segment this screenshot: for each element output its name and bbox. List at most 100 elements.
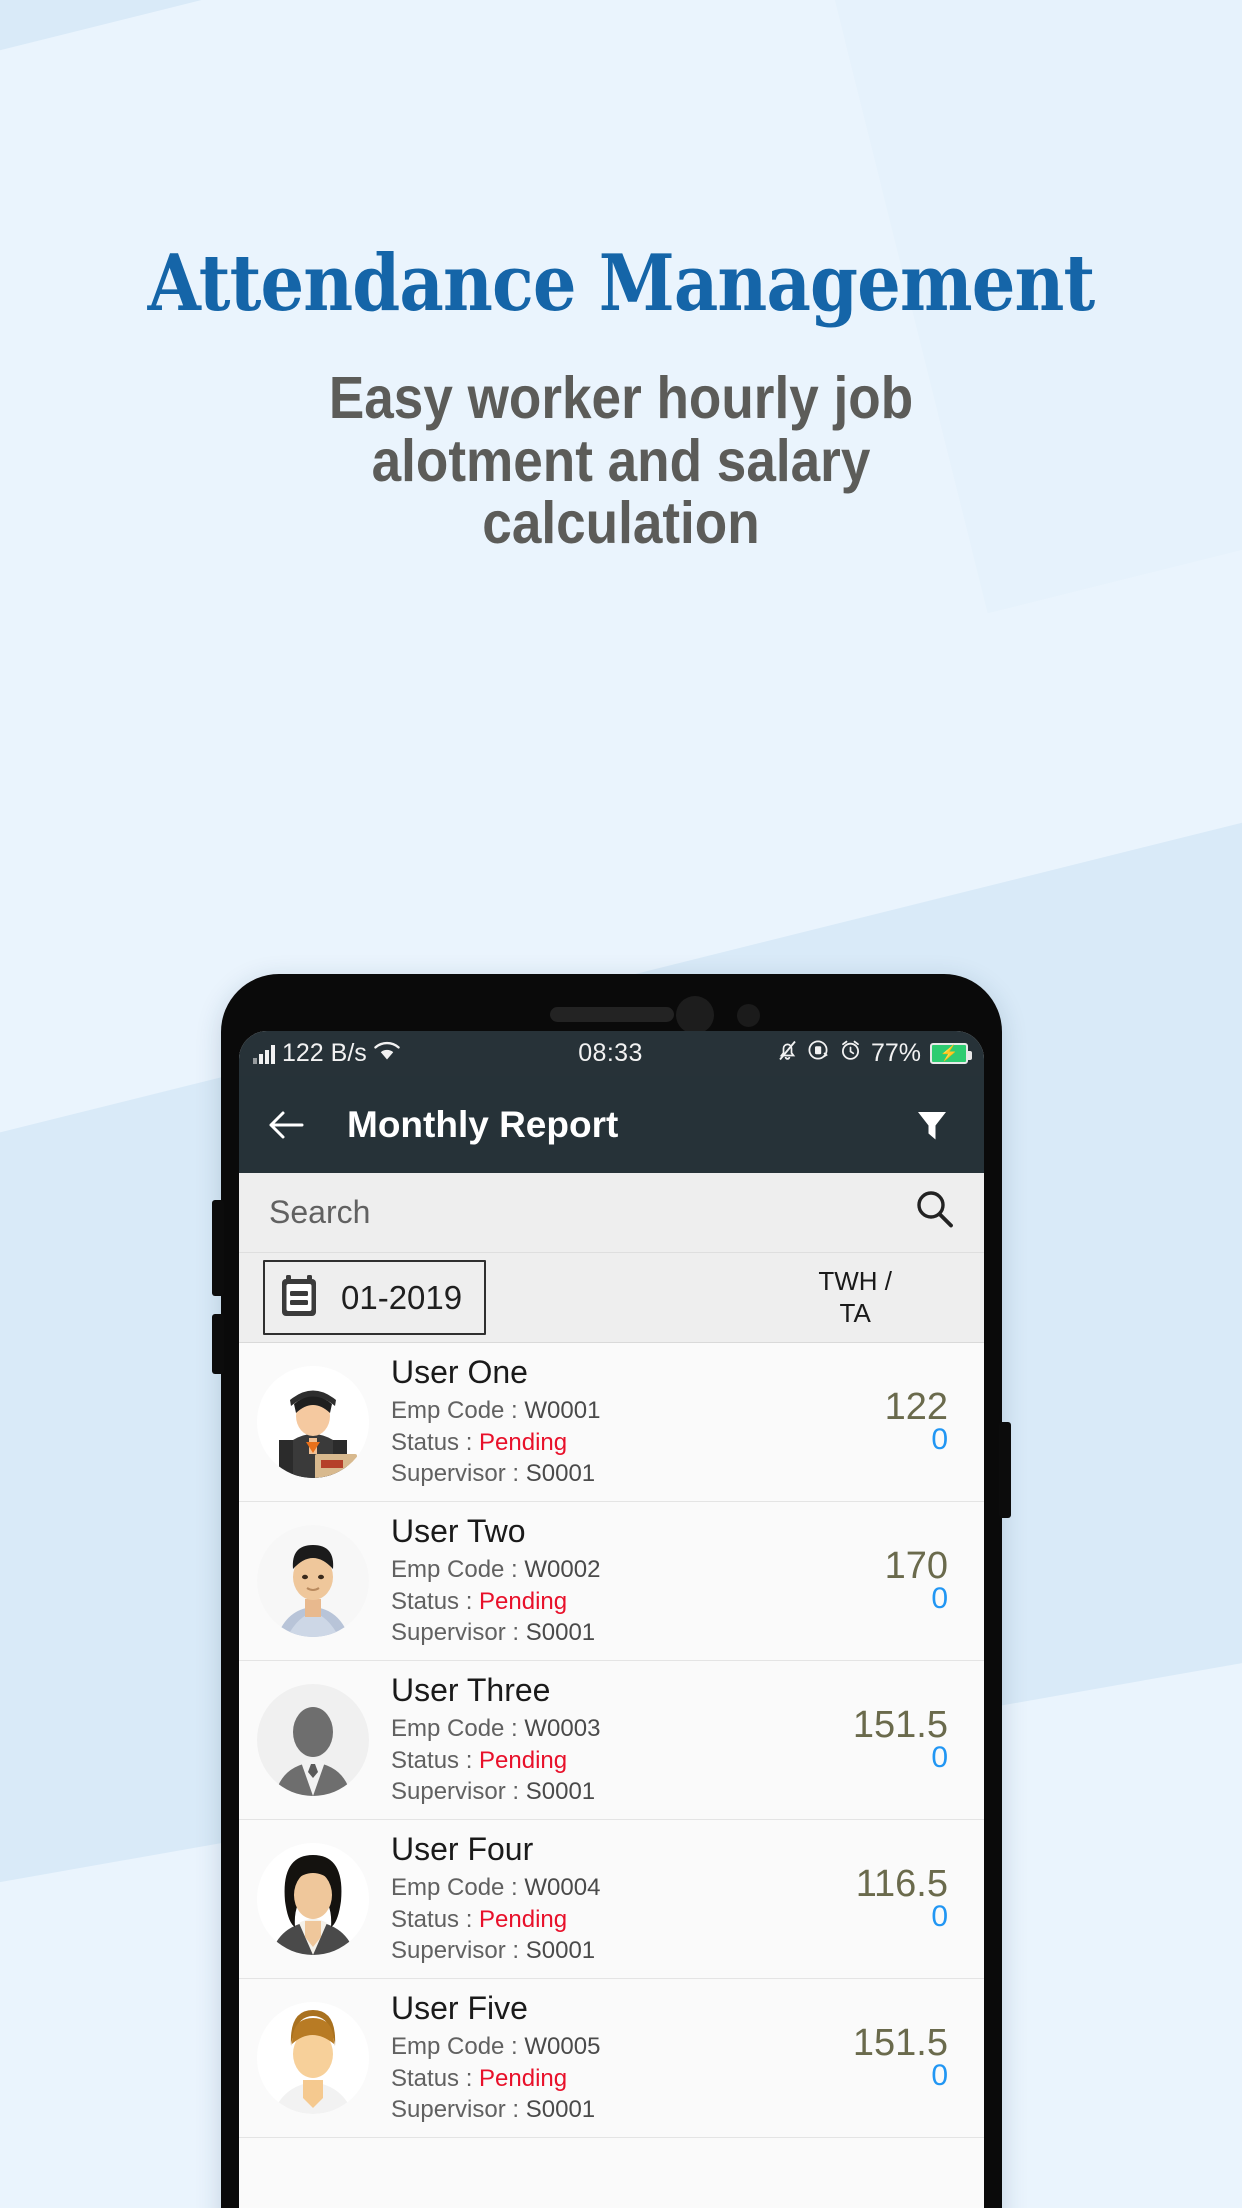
employee-report-list: User One Emp Code : W0001 Status : Pendi…	[239, 1343, 984, 2138]
employee-name: User One	[391, 1354, 528, 1391]
hero-title: Attendance Management	[147, 238, 1096, 329]
status-badge: Pending	[479, 1587, 568, 1615]
status-badge: Pending	[479, 1746, 568, 1774]
supervisor-value: S0001	[525, 1619, 596, 1647]
employee-code-line: Emp Code : W0004	[391, 1872, 830, 1904]
employee-status-line: Status : Pending	[391, 1586, 830, 1618]
calendar-icon	[277, 1269, 325, 1326]
twh-value: 122	[884, 1385, 948, 1428]
employee-code-line: Emp Code : W0002	[391, 1554, 830, 1586]
employee-name: User Four	[391, 1831, 534, 1868]
hero-subtitle-line-3: calculation	[482, 490, 760, 557]
twh-ta-values: 116.5 0	[830, 1865, 960, 1934]
status-bar-right-group: 77% ⚡	[643, 1039, 972, 1069]
twh-ta-values: 151.5 0	[830, 1703, 960, 1775]
supervisor-value: S0001	[525, 1460, 596, 1488]
row-info: User Two Emp Code : W0002 Status : Pendi…	[391, 1513, 830, 1649]
twh-value: 151.5	[852, 1703, 948, 1746]
employee-status-line: Status : Pending	[391, 1427, 830, 1459]
emp-code-value: W0004	[524, 1873, 601, 1901]
status-label: Status :	[391, 1905, 473, 1933]
emp-code-value: W0001	[524, 1396, 601, 1424]
battery-charging-icon: ⚡	[930, 1043, 972, 1064]
employee-code-line: Emp Code : W0001	[391, 1395, 830, 1427]
back-arrow-icon[interactable]	[261, 1099, 313, 1151]
ta-value: 0	[931, 1423, 948, 1457]
power-button[interactable]	[999, 1422, 1011, 1518]
table-row[interactable]: User Four Emp Code : W0004 Status : Pend…	[239, 1820, 984, 1979]
page-title: Monthly Report	[347, 1103, 619, 1145]
emp-code-label: Emp Code :	[391, 2032, 518, 2060]
table-row[interactable]: User Five Emp Code : W0005 Status : Pend…	[239, 1979, 984, 2138]
twh-ta-values: 170 0	[830, 1547, 960, 1616]
supervisor-label: Supervisor :	[391, 1619, 520, 1647]
status-badge: Pending	[479, 1428, 568, 1456]
hero-subtitle: Easy worker hourly job alotment and sala…	[62, 367, 1180, 555]
supervisor-value: S0001	[525, 1778, 596, 1806]
supervisor-label: Supervisor :	[391, 1460, 520, 1488]
status-label: Status :	[391, 1428, 473, 1456]
table-row[interactable]: User Two Emp Code : W0002 Status : Pendi…	[239, 1502, 984, 1661]
selected-period-label: 01-2019	[341, 1278, 463, 1316]
status-badge: Pending	[479, 1905, 568, 1933]
avatar	[257, 1684, 369, 1796]
search-input[interactable]: Search	[269, 1194, 912, 1231]
employee-status-line: Status : Pending	[391, 1745, 830, 1777]
period-selector-row: 01-2019 TWH / TA	[239, 1253, 984, 1343]
supervisor-label: Supervisor :	[391, 1778, 520, 1806]
employee-status-line: Status : Pending	[391, 1904, 830, 1936]
hero-subtitle-line-1: Easy worker hourly job	[328, 365, 914, 431]
search-bar[interactable]: Search	[239, 1173, 984, 1253]
row-info: User Five Emp Code : W0005 Status : Pend…	[391, 1990, 830, 2126]
employee-name: User Three	[391, 1672, 551, 1709]
employee-name: User Two	[391, 1513, 526, 1550]
status-bar-left-group: 122 B/s	[253, 1039, 578, 1068]
emp-code-label: Emp Code :	[391, 1873, 518, 1901]
front-camera-icon	[676, 996, 714, 1034]
alarm-clock-icon	[839, 1039, 862, 1069]
row-info: User Three Emp Code : W0003 Status : Pen…	[391, 1672, 830, 1808]
ta-value: 0	[931, 1741, 948, 1775]
ta-value: 0	[931, 1900, 948, 1934]
table-row[interactable]: User One Emp Code : W0001 Status : Pendi…	[239, 1343, 984, 1502]
volume-down-button[interactable]	[212, 1314, 224, 1374]
twh-header-line-2: TA	[839, 1297, 871, 1328]
row-info: User One Emp Code : W0001 Status : Pendi…	[391, 1354, 830, 1490]
employee-supervisor-line: Supervisor : S0001	[391, 1617, 830, 1649]
search-icon[interactable]	[912, 1187, 958, 1238]
wifi-icon	[374, 1039, 400, 1068]
row-info: User Four Emp Code : W0004 Status : Pend…	[391, 1831, 830, 1967]
status-bar-clock: 08:33	[578, 1039, 643, 1067]
filter-funnel-icon[interactable]	[906, 1099, 958, 1151]
supervisor-label: Supervisor :	[391, 1937, 520, 1965]
employee-supervisor-line: Supervisor : S0001	[391, 1776, 830, 1808]
app-bar: Monthly Report	[239, 1076, 984, 1173]
status-label: Status :	[391, 2064, 473, 2092]
twh-ta-values: 151.5 0	[830, 2024, 960, 2093]
status-label: Status :	[391, 1587, 473, 1615]
twh-header-line-1: TWH /	[818, 1265, 892, 1296]
phone-mockup: 122 B/s 08:33 77% ⚡ Monthly Report Searc…	[212, 974, 1011, 2208]
table-row[interactable]: User Three Emp Code : W0003 Status : Pen…	[239, 1661, 984, 1820]
employee-supervisor-line: Supervisor : S0001	[391, 1935, 830, 1967]
month-picker-button[interactable]: 01-2019	[263, 1260, 487, 1335]
supervisor-label: Supervisor :	[391, 2096, 520, 2124]
hero-subtitle-line-2: alotment and salary	[371, 427, 871, 494]
emp-code-value: W0003	[524, 1714, 601, 1742]
earpiece-speaker	[549, 1007, 674, 1022]
employee-status-line: Status : Pending	[391, 2063, 830, 2095]
supervisor-value: S0001	[525, 2096, 596, 2124]
signal-bars-icon	[253, 1044, 275, 1064]
avatar	[257, 1843, 369, 1955]
proximity-sensor-icon	[737, 1004, 760, 1027]
mute-bell-icon	[777, 1039, 798, 1069]
twh-ta-values: 122 0	[830, 1385, 960, 1457]
volume-up-button[interactable]	[212, 1200, 224, 1296]
avatar	[257, 1366, 369, 1478]
supervisor-value: S0001	[525, 1937, 596, 1965]
avatar	[257, 2002, 369, 2114]
ta-value: 0	[931, 2059, 948, 2093]
hero-text-block: Attendance Management Easy worker hourly…	[0, 0, 1242, 555]
status-badge: Pending	[479, 2064, 568, 2092]
ta-value: 0	[931, 1582, 948, 1616]
